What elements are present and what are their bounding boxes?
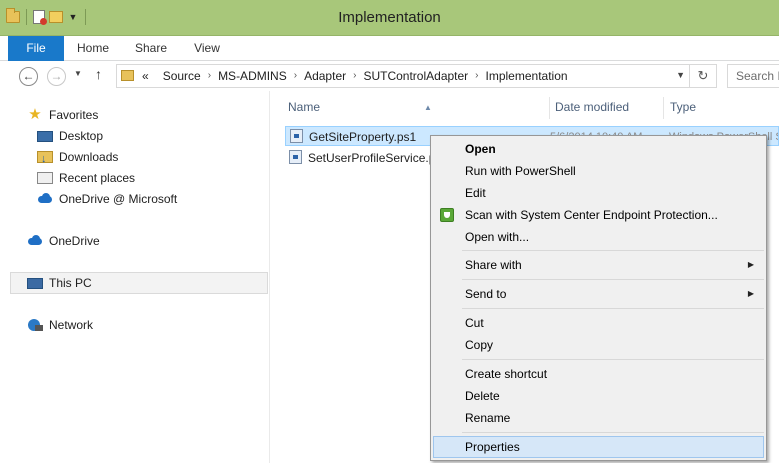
star-icon: ★: [28, 106, 42, 123]
forward-arrow-icon: →: [50, 69, 63, 83]
shield-icon: [440, 208, 454, 222]
file-row[interactable]: SetUserProfileService.ps1: [285, 148, 430, 168]
menu-item-copy[interactable]: Copy: [433, 334, 764, 356]
breadcrumb: « Source › MS-ADMINS › Adapter › SUTCont…: [142, 65, 568, 87]
menu-item-create-shortcut[interactable]: Create shortcut: [433, 363, 764, 385]
onedrive-icon: [37, 192, 53, 206]
nav-label: This PC: [49, 276, 92, 290]
breadcrumb-item[interactable]: SUTControlAdapter: [363, 65, 468, 87]
powershell-script-icon: [290, 129, 303, 143]
context-menu: Open Run with PowerShell Edit Scan with …: [430, 135, 767, 461]
title-bar: ▼ Implementation: [0, 0, 779, 36]
back-button[interactable]: ←: [19, 67, 38, 86]
menu-item-label: Share with: [465, 258, 522, 272]
window-title: Implementation: [338, 9, 441, 26]
menu-item-edit[interactable]: Edit: [433, 182, 764, 204]
address-row: ← → ▼ ↑ « Source › MS-ADMINS › Adapter ›…: [0, 61, 779, 91]
chevron-right-icon[interactable]: ›: [294, 65, 297, 87]
column-header-type[interactable]: Type: [663, 97, 779, 119]
menu-item-share-with[interactable]: Share with ▶: [433, 254, 764, 276]
back-arrow-icon: ←: [22, 69, 35, 83]
address-dropdown-icon[interactable]: ▼: [676, 70, 685, 80]
menu-item-run-with-powershell[interactable]: Run with PowerShell: [433, 160, 764, 182]
up-button[interactable]: ↑: [95, 66, 102, 82]
menu-item-scan[interactable]: Scan with System Center Endpoint Protect…: [433, 204, 764, 226]
tab-home[interactable]: Home: [70, 36, 116, 61]
tab-view[interactable]: View: [184, 36, 230, 61]
menu-item-label: Scan with System Center Endpoint Protect…: [465, 208, 718, 222]
column-header-name[interactable]: Name ▲: [288, 97, 544, 119]
navigation-pane: ★ Favorites Desktop Downloads Recent pla…: [0, 91, 270, 463]
breadcrumb-item[interactable]: Source: [163, 65, 201, 87]
nav-label: Favorites: [49, 108, 99, 122]
refresh-button[interactable]: ↻: [690, 64, 717, 88]
submenu-arrow-icon: ▶: [747, 289, 754, 298]
menu-item-open[interactable]: Open: [433, 138, 764, 160]
powershell-script-icon: [289, 150, 302, 164]
forward-button[interactable]: →: [47, 67, 66, 86]
menu-separator: [462, 432, 764, 433]
tab-share[interactable]: Share: [126, 36, 176, 61]
file-name: GetSiteProperty.ps1: [309, 130, 417, 144]
menu-item-send-to[interactable]: Send to ▶: [433, 283, 764, 305]
folder-icon: [121, 70, 134, 81]
nav-label: Network: [49, 318, 94, 332]
nav-network[interactable]: Network: [27, 315, 93, 335]
menu-separator: [462, 279, 764, 280]
nav-recent-places[interactable]: Recent places: [37, 168, 135, 188]
menu-separator: [462, 250, 764, 251]
search-input[interactable]: Search Implementation: [727, 64, 779, 88]
menu-item-delete[interactable]: Delete: [433, 385, 764, 407]
breadcrumb-item[interactable]: Implementation: [486, 65, 568, 87]
downloads-icon: [37, 149, 53, 169]
breadcrumb-item[interactable]: Adapter: [304, 65, 346, 87]
nav-this-pc[interactable]: This PC: [27, 273, 92, 293]
column-header-date-modified[interactable]: Date modified: [549, 97, 661, 119]
menu-item-rename[interactable]: Rename: [433, 407, 764, 429]
sort-ascending-icon: ▲: [424, 103, 432, 112]
up-arrow-icon: ↑: [95, 66, 102, 82]
nav-onedrive-microsoft[interactable]: OneDrive @ Microsoft: [37, 189, 177, 209]
desktop-icon: [37, 130, 53, 142]
menu-separator: [462, 359, 764, 360]
nav-label: Downloads: [59, 150, 119, 164]
menu-item-cut[interactable]: Cut: [433, 312, 764, 334]
computer-icon: [27, 277, 43, 289]
submenu-arrow-icon: ▶: [747, 260, 754, 269]
menu-item-open-with[interactable]: Open with...: [433, 226, 764, 248]
nav-label: Desktop: [59, 129, 104, 143]
chevron-right-icon[interactable]: ›: [208, 65, 211, 87]
nav-desktop[interactable]: Desktop: [37, 126, 103, 146]
menu-separator: [462, 308, 764, 309]
chevron-right-icon[interactable]: ›: [475, 65, 478, 87]
address-bar[interactable]: « Source › MS-ADMINS › Adapter › SUTCont…: [116, 64, 690, 88]
nav-onedrive[interactable]: OneDrive: [27, 231, 100, 251]
nav-label: OneDrive: [49, 234, 100, 248]
breadcrumb-overflow[interactable]: «: [142, 65, 149, 87]
recent-locations-dropdown[interactable]: ▼: [74, 69, 82, 78]
nav-label: Recent places: [59, 171, 136, 185]
menu-item-label: Send to: [465, 287, 507, 301]
menu-item-properties[interactable]: Properties: [433, 436, 764, 458]
recent-places-icon: [37, 172, 53, 184]
column-label: Name: [288, 100, 321, 114]
network-icon: [27, 318, 43, 332]
onedrive-icon: [27, 234, 43, 248]
ribbon-tabs: File Home Share View: [0, 36, 779, 61]
refresh-icon: ↻: [697, 68, 709, 83]
nav-downloads[interactable]: Downloads: [37, 147, 119, 169]
nav-label: OneDrive @ Microsoft: [59, 192, 178, 206]
breadcrumb-item[interactable]: MS-ADMINS: [218, 65, 287, 87]
chevron-right-icon[interactable]: ›: [353, 65, 356, 87]
file-name: SetUserProfileService.ps1: [308, 151, 430, 165]
tab-file[interactable]: File: [8, 36, 64, 61]
nav-favorites[interactable]: ★ Favorites: [27, 105, 98, 125]
